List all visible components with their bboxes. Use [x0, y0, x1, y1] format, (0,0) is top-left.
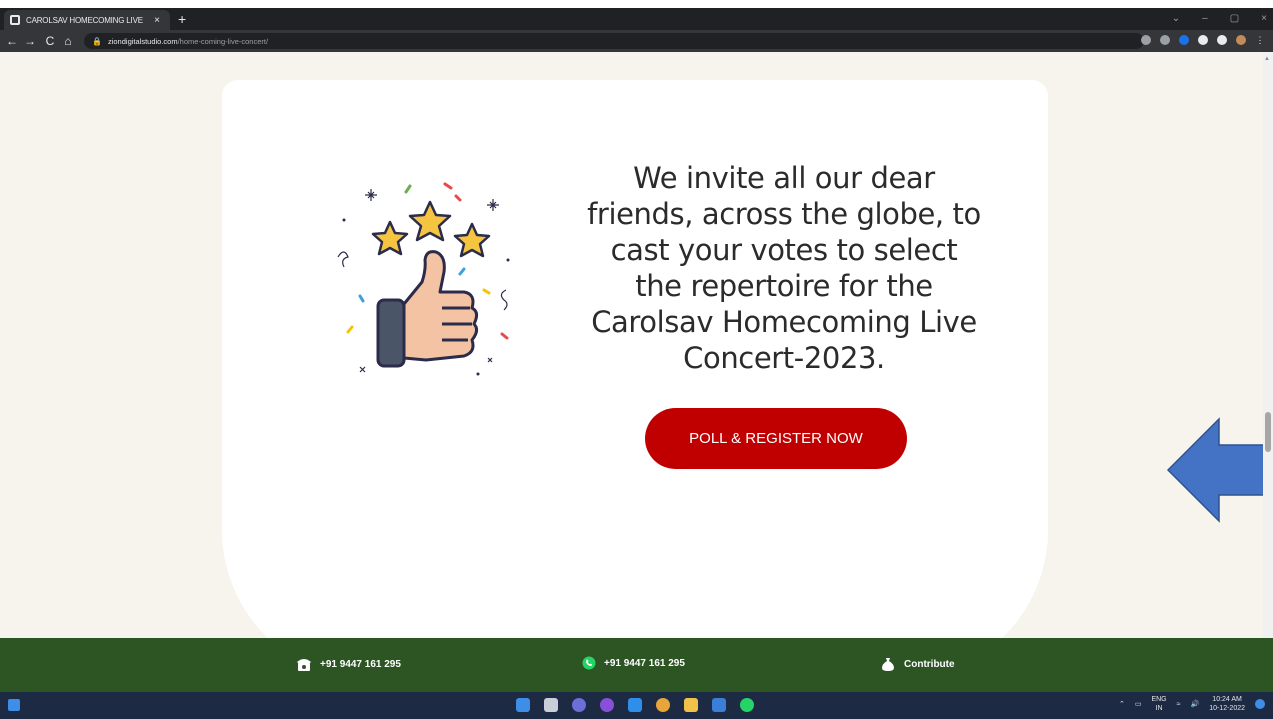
poll-register-button[interactable]: POLL & REGISTER NOW: [645, 408, 907, 469]
widgets-icon[interactable]: [8, 699, 20, 711]
page-footer: +91 9447 161 295 +91 9447 161 295 Contri…: [0, 638, 1273, 692]
browser-toolbar: ← → C ⌂ 🔒 ziondigitalstudio.com /home-co…: [0, 30, 1273, 52]
menu-kebab-icon[interactable]: ⋮: [1255, 35, 1265, 45]
scrollbar[interactable]: ▲: [1263, 52, 1273, 638]
store-icon[interactable]: [712, 698, 726, 712]
scroll-up-icon[interactable]: ▲: [1264, 56, 1270, 62]
footer-phone[interactable]: +91 9447 161 295: [296, 656, 401, 672]
start-icon[interactable]: [516, 698, 530, 712]
system-tray: ⌃ ▭ ENG IN ≈ 🔊 10:24 AM 10-12-2022: [1119, 695, 1265, 713]
tab-close-icon[interactable]: ×: [150, 15, 164, 26]
page-viewport: We invite all our dear friends, across t…: [0, 52, 1273, 638]
thumbs-up-stars-icon: [337, 182, 510, 376]
window-controls: ⌄ – ▢ ×: [1172, 10, 1267, 28]
footer-whatsapp-text: +91 9447 161 295: [604, 657, 685, 669]
tray-chevron-up-icon[interactable]: ⌃: [1119, 700, 1125, 708]
money-bag-icon: [882, 658, 894, 671]
telephone-icon: [297, 659, 311, 671]
close-window-button[interactable]: ×: [1261, 10, 1267, 28]
todo-check-icon[interactable]: [628, 698, 642, 712]
notification-icon[interactable]: [1255, 699, 1265, 709]
new-tab-button[interactable]: +: [178, 10, 186, 28]
left-arrow-icon: [1166, 417, 1273, 523]
avatar[interactable]: [1236, 35, 1246, 45]
reload-button[interactable]: C: [42, 33, 58, 49]
battery-icon[interactable]: ▭: [1135, 700, 1142, 708]
chrome-icon[interactable]: [656, 698, 670, 712]
extension-icon[interactable]: [1179, 35, 1189, 45]
tab-favicon-icon: [10, 15, 20, 25]
minimize-button[interactable]: –: [1202, 10, 1208, 28]
chat-icon[interactable]: [572, 698, 586, 712]
invite-text: We invite all our dear friends, across t…: [587, 161, 981, 375]
back-button[interactable]: ←: [4, 33, 20, 49]
task-view-icon[interactable]: [544, 698, 558, 712]
url-host: ziondigitalstudio.com: [107, 36, 178, 46]
browser-tab-strip: CAROLSAV HOMECOMING LIVE × + ⌄ – ▢ ×: [0, 8, 1273, 30]
invite-card: We invite all our dear friends, across t…: [222, 80, 1273, 638]
whatsapp-taskbar-icon[interactable]: [740, 698, 754, 712]
home-button[interactable]: ⌂: [60, 33, 76, 49]
tab-title: CAROLSAV HOMECOMING LIVE: [26, 15, 143, 25]
scrollbar-thumb[interactable]: [1265, 412, 1271, 452]
lock-icon[interactable]: 🔒: [92, 37, 102, 46]
os-taskbar: ⌃ ▭ ENG IN ≈ 🔊 10:24 AM 10-12-2022: [0, 692, 1273, 719]
url-path: /home-coming-live-concert/: [177, 36, 269, 46]
puzzle-icon[interactable]: [1198, 35, 1208, 45]
clock[interactable]: 10:24 AM 10-12-2022: [1209, 695, 1245, 713]
bookmark-star-icon[interactable]: [1160, 35, 1170, 45]
whatsapp-icon: [582, 656, 596, 670]
browser-tab[interactable]: CAROLSAV HOMECOMING LIVE ×: [4, 10, 170, 30]
sidebar-icon[interactable]: [1217, 35, 1227, 45]
footer-phone-text: +91 9447 161 295: [320, 658, 401, 670]
extensions-bar: ⋮: [1141, 35, 1265, 45]
address-bar[interactable]: 🔒 ziondigitalstudio.com /home-coming-liv…: [84, 33, 1144, 49]
taskbar-apps: [516, 698, 754, 712]
file-explorer-icon[interactable]: [684, 698, 698, 712]
tab-search-icon[interactable]: ⌄: [1172, 10, 1180, 28]
footer-contribute-text: Contribute: [904, 658, 955, 670]
share-icon[interactable]: [1141, 35, 1151, 45]
volume-icon[interactable]: 🔊: [1190, 700, 1199, 708]
footer-contribute[interactable]: Contribute: [880, 656, 955, 672]
forward-button[interactable]: →: [22, 33, 38, 49]
footer-whatsapp[interactable]: +91 9447 161 295: [582, 656, 685, 670]
maximize-button[interactable]: ▢: [1230, 10, 1239, 28]
podcast-app-icon[interactable]: [600, 698, 614, 712]
language-indicator[interactable]: ENG IN: [1151, 695, 1166, 713]
wifi-icon[interactable]: ≈: [1177, 701, 1181, 708]
